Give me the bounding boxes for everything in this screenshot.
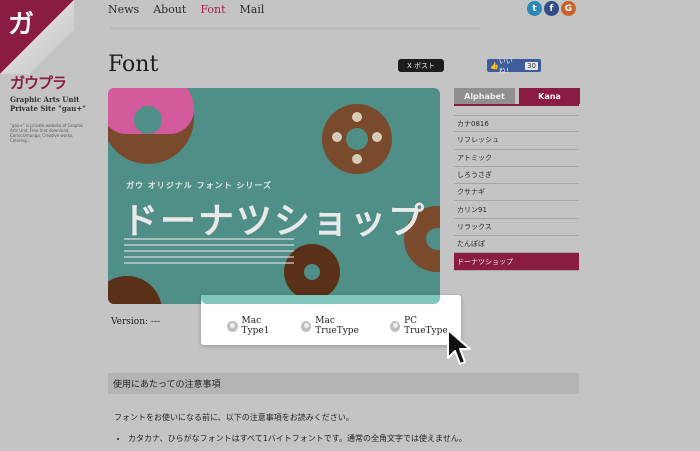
nav-item-font[interactable]: Font [200,3,225,16]
main-nav: News About Font Mail [108,3,264,16]
facebook-like-button[interactable]: 👍 いいね！ 30 [487,57,541,75]
font-list-item[interactable]: しろうさぎ [454,167,579,185]
version-label: Version: --- [111,317,161,327]
donut-sugar-dot [372,132,382,142]
nav-item-mail[interactable]: Mail [240,3,265,16]
google-plus-icon[interactable]: G [561,1,576,16]
corner-logo[interactable]: ガ [0,0,74,74]
mouse-pointer-icon [447,329,471,365]
download-option-mac-truetype[interactable]: Mac TrueType [300,316,379,336]
donut-pink-hole [134,106,162,134]
download-option-mac-type1[interactable]: Mac Type1 [227,316,290,336]
tab-alphabet[interactable]: Alphabet [454,88,515,104]
hero-caption: ガウ オリジナル フォント シリーズ [126,181,272,190]
download-icon [227,320,238,332]
brand-description: "gau+" is private website of Graphic Art… [10,123,84,143]
brand-subtitle: Graphic Arts Unit Private Site "gau+" [10,95,90,113]
font-list-item[interactable]: リラックス [454,219,579,237]
font-list-item[interactable]: クサナギ [454,184,579,202]
font-list-item[interactable]: ドーナツショップ [454,253,579,271]
donut-chocolate-hole [304,264,320,280]
popup-highlight-band [201,295,440,304]
like-label: いいね！ [498,56,513,75]
notes-item: カタカナ、ひらがなフォントはすべて1バイトフォントです。通常の全角文字では使えま… [128,433,467,444]
download-option-label: Mac TrueType [315,316,359,336]
tab-underline [454,104,579,106]
download-icon [300,320,312,332]
twitter-icon[interactable]: t [527,1,542,16]
notes-intro: フォントをお使いになる前に、以下の注意事項をお読みください。 [114,413,354,422]
donut-sugar-dot [352,154,362,164]
download-icon [389,320,401,332]
corner-glyph: ガ [8,10,34,40]
font-list-item[interactable]: たんぽぽ [454,236,579,254]
social-icons: t f G [527,1,576,16]
top-bar: News About Font Mail [96,0,596,28]
brand-subtitle-2: Private Site "gau+" [10,104,86,113]
brand-subtitle-1: Graphic Arts Unit [10,95,80,104]
donut-sugar-dot [352,112,362,122]
font-preview-image: ガウ オリジナル フォント シリーズ ドーナツショップ [108,88,440,304]
like-count: 30 [525,61,538,70]
font-category-tabs: Alphabet Kana [454,88,580,104]
brand-block: ガウプラ Graphic Arts Unit Private Site "gau… [10,72,90,143]
thumbs-up-icon: 👍 [490,61,499,70]
tab-kana[interactable]: Kana [519,88,580,104]
font-list-item[interactable]: リフレッシュ [454,132,579,150]
nav-item-about[interactable]: About [153,3,186,16]
font-list: カナ0816 リフレッシュ アトミック しろうさぎ クサナギ カリン91 リラックス たんぽぽ… [454,115,579,271]
font-list-item[interactable]: カナ0816 [454,115,579,133]
hero-sample-lines [124,238,294,268]
facebook-icon[interactable]: f [544,1,559,16]
nav-shadow-line [110,27,480,31]
notes-heading: 使用にあたっての注意事項 [108,373,579,394]
donut-bottom-left-icon [108,276,162,304]
notes-list: カタカナ、ひらがなフォントはすべて1バイトフォントです。通常の全角文字では使えま… [128,433,467,449]
hero-title: ドーナツショップ [122,201,427,242]
page-title: Font [108,52,159,77]
font-list-item[interactable]: アトミック [454,150,579,167]
nav-item-news[interactable]: News [108,3,139,16]
download-options: Mac Type1 Mac TrueType PC TrueType [227,316,461,336]
donut-sugar-hole [346,128,368,150]
x-post-button[interactable]: X ポスト [398,59,444,72]
brand-logo[interactable]: ガウプラ [10,72,90,93]
font-list-item[interactable]: カリン91 [454,201,579,219]
download-option-label: Mac Type1 [241,316,270,336]
donut-sugar-dot [332,132,342,142]
